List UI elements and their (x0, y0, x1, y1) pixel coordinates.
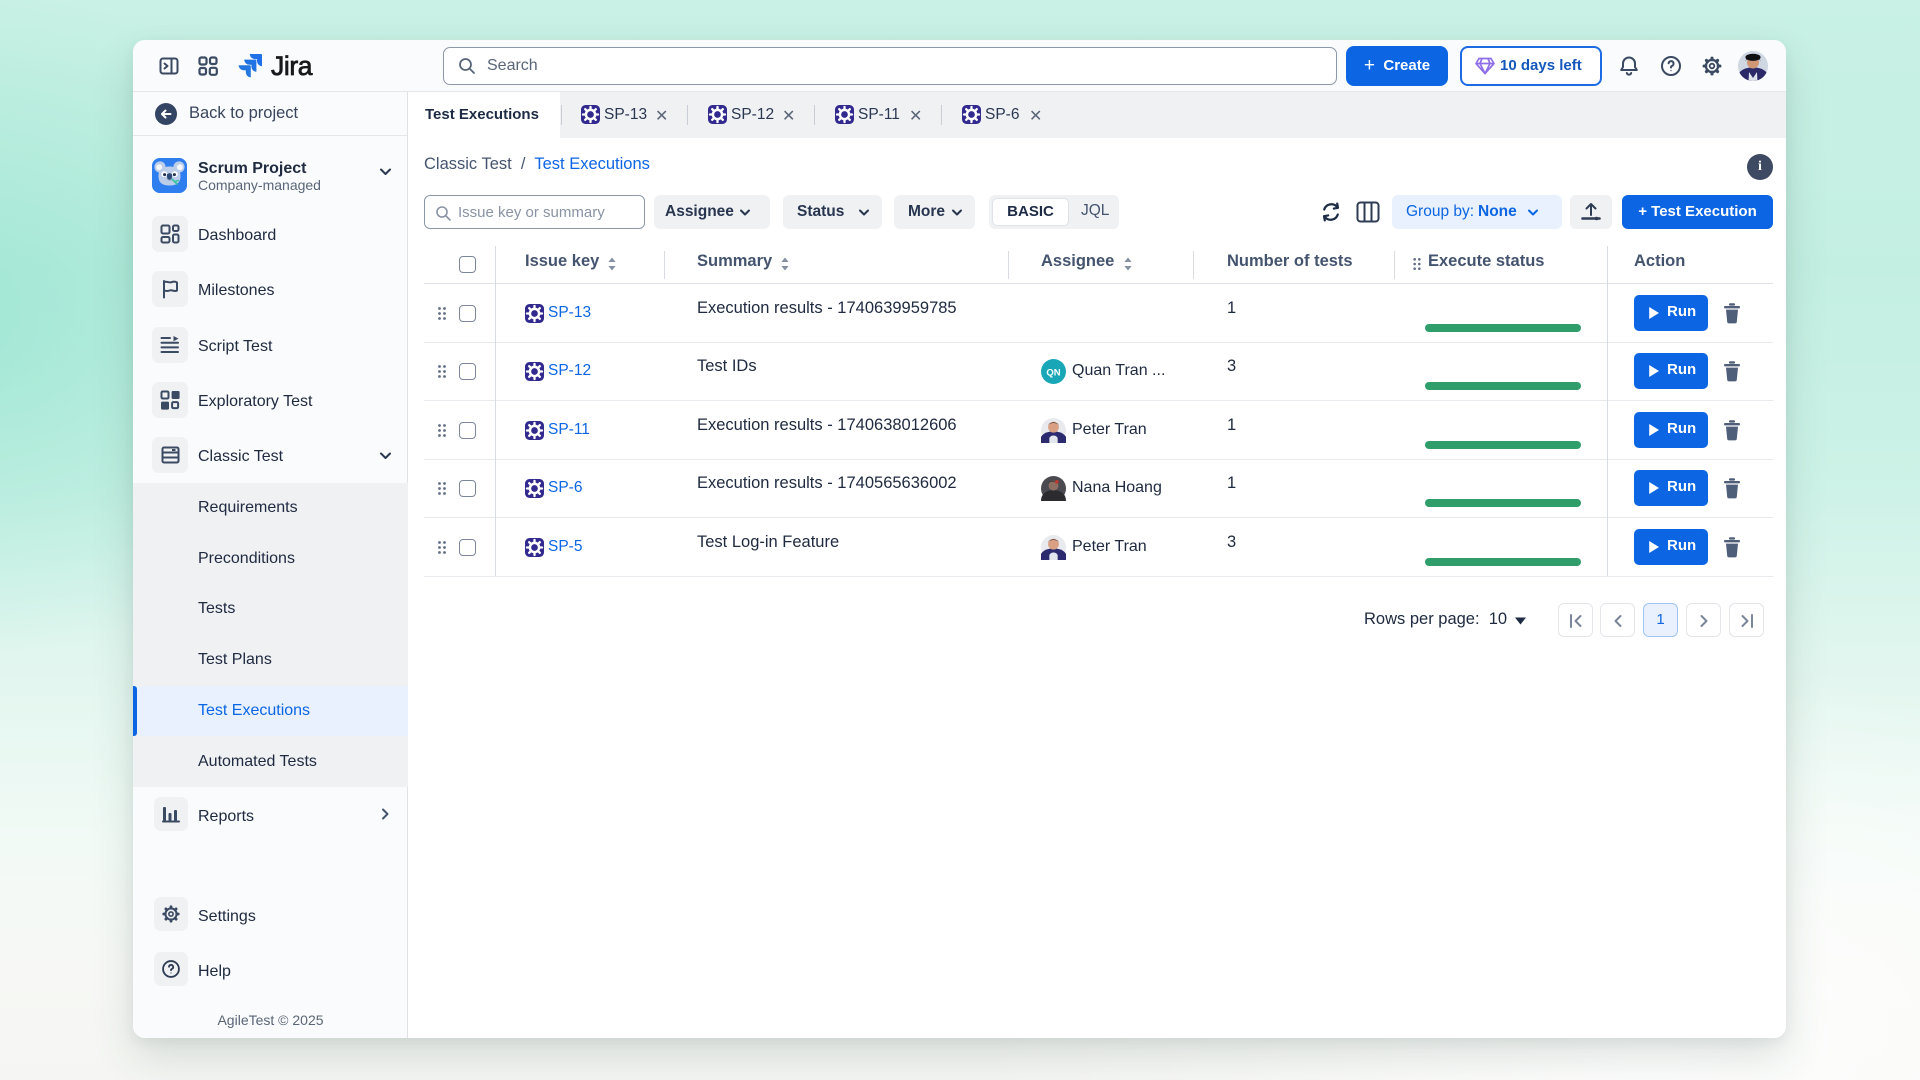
svg-text:QN: QN (1046, 367, 1060, 378)
